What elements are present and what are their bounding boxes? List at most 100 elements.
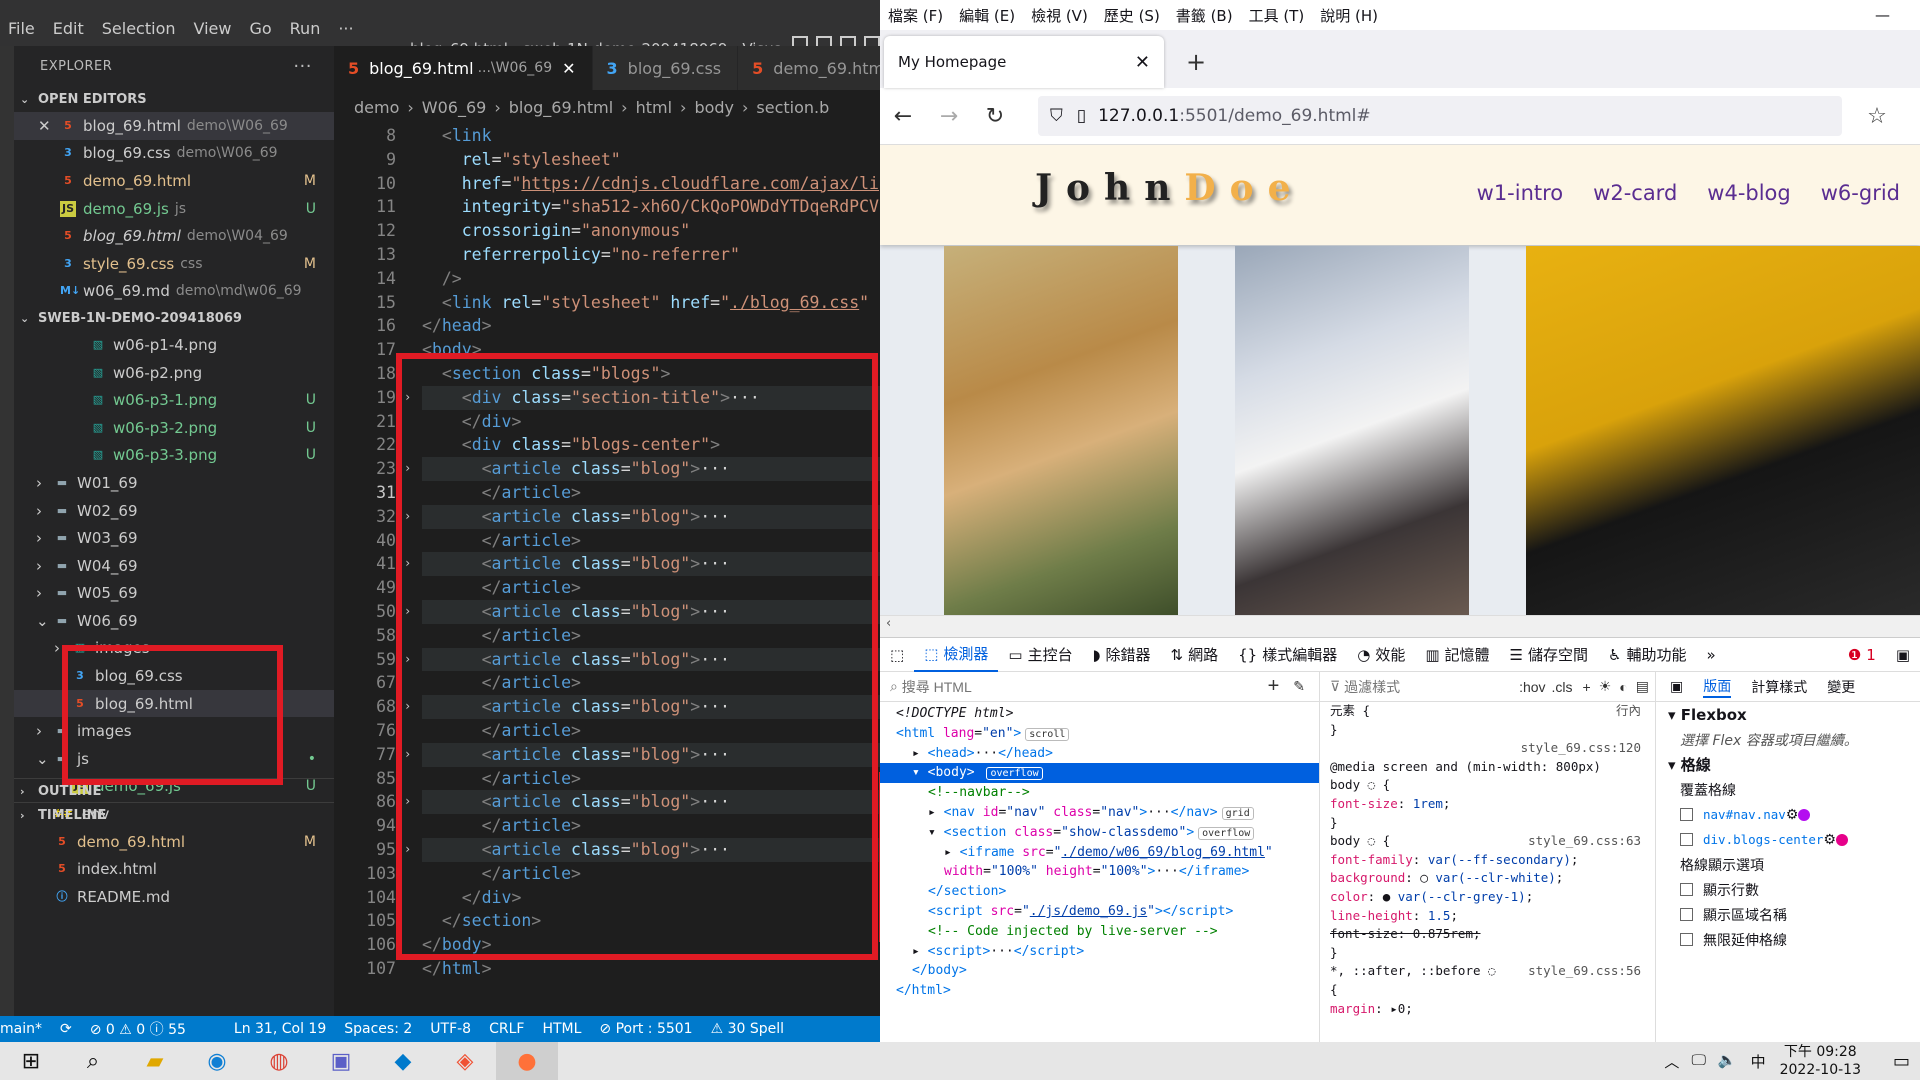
nav-link[interactable]: w2-card (1593, 181, 1677, 205)
filter-styles-input[interactable] (1344, 678, 1465, 695)
tree-item[interactable]: › ▬ W04_69 (14, 552, 334, 580)
css-rule-line[interactable]: style_69.css:63 body ◌ { (1320, 832, 1655, 851)
gear-icon[interactable]: ⚙ (1823, 832, 1836, 848)
code-line[interactable]: /> (422, 267, 882, 291)
css-rules[interactable]: 行內 元素 {} style_69.css:120 @media screen and… (1320, 702, 1655, 1018)
tree-item[interactable]: ▧ w06-p1-4.png (14, 331, 334, 359)
tree-item[interactable]: ▧ w06-p3-3.png U (14, 442, 334, 470)
status-item[interactable]: ⊘ 0 ⚠ 0 ⓘ 55 (90, 1019, 186, 1039)
horizontal-scrollbar[interactable]: ‹ (880, 615, 1920, 637)
layout-cb[interactable]: div.blogs-center ⚙ (1656, 827, 1920, 852)
breadcrumb-item[interactable]: html (636, 98, 672, 117)
code-line[interactable]: </html> (422, 957, 882, 981)
back-icon[interactable]: ← (880, 104, 926, 129)
markup-node[interactable]: <script src="./js/demo_69.js"></script> (880, 902, 1319, 922)
layout-cb[interactable]: 無限延伸格線 (1656, 927, 1920, 952)
css-rule-line[interactable]: color: ● var(--clr-grey-1); (1320, 888, 1655, 907)
markup-node[interactable]: ▸ <iframe src="./demo/w06_69/blog_69.htm… (880, 843, 1319, 863)
firefox-menu-item[interactable]: 歷史 (S) (1104, 5, 1160, 26)
breadcrumb-item[interactable]: blog_69.html (509, 98, 613, 117)
bookmark-star-icon[interactable]: ☆ (1854, 104, 1900, 129)
markup-node[interactable]: <!--navbar--> (880, 783, 1319, 803)
status-item[interactable]: ⚠ 30 Spell (711, 1021, 784, 1037)
browser-tab[interactable]: My Homepage ✕ (884, 36, 1164, 88)
tray-icon[interactable]: ︿ (1664, 1051, 1679, 1072)
checkbox[interactable] (1680, 833, 1693, 846)
element-picker-icon[interactable]: ⬚ (880, 646, 914, 664)
tree-item[interactable]: › ▬ W03_69 (14, 524, 334, 552)
firefox-icon[interactable]: ● (496, 1042, 558, 1080)
eyedropper-icon[interactable]: ✎ (1293, 678, 1305, 695)
devtools-tab[interactable]: ▥ 記憶體 (1415, 638, 1499, 672)
css-rule-line[interactable]: @media screen and (min-width: 800px) (1320, 758, 1655, 777)
layout-tab[interactable]: 版面 (1703, 676, 1732, 698)
css-rule-line[interactable]: } (1320, 944, 1655, 963)
color-swatch-icon[interactable] (1798, 808, 1811, 821)
firefox-menu-item[interactable]: 工具 (T) (1249, 5, 1305, 26)
css-rule-line[interactable]: { (1320, 981, 1655, 1000)
rule-source-link[interactable]: 行內 (1616, 702, 1641, 721)
status-item[interactable]: ⟳ (60, 1021, 72, 1037)
layout-tab[interactable]: 計算樣式 (1751, 677, 1807, 697)
layout-cb[interactable]: nav#nav.nav ⚙ (1656, 802, 1920, 827)
firefox-menu-item[interactable]: 說明 (H) (1320, 5, 1378, 26)
breadcrumb-item[interactable]: body (694, 98, 734, 117)
css-rule-line[interactable]: line-height: 1.5; (1320, 907, 1655, 926)
devtools-tab[interactable]: ☰ 儲存空間 (1500, 638, 1598, 672)
menu-item-2[interactable]: Selection (102, 19, 176, 38)
hov-toggle[interactable]: :hov (1519, 679, 1545, 695)
close-icon[interactable]: ✕ (562, 59, 575, 78)
layout-head[interactable]: ▾ Flexbox (1656, 702, 1920, 727)
code-line[interactable]: <link rel="stylesheet" href="./blog_69.c… (422, 291, 882, 315)
breadcrumb-item[interactable]: demo (354, 98, 399, 117)
rule-source-link[interactable]: style_69.css:56 (1528, 962, 1641, 981)
markup-tree[interactable]: <!DOCTYPE html> <html lang="en"> scroll ▸ <… (880, 702, 1319, 1001)
menu-item-4[interactable]: Go (249, 19, 271, 38)
tree-item[interactable]: ▧ w06-p3-1.png U (14, 386, 334, 414)
chrome-icon[interactable]: ◍ (248, 1042, 310, 1080)
tree-item[interactable]: ⓘ README.md (14, 883, 334, 911)
menu-item-3[interactable]: View (194, 19, 232, 38)
firefox-menu-item[interactable]: 檢視 (V) (1031, 5, 1088, 26)
markup-node[interactable]: ▾ <body> overflow (880, 763, 1319, 784)
tree-item[interactable]: ⌄ ▬ W06_69 (14, 607, 334, 635)
devtools-tab[interactable]: ⬚ 檢測器 (914, 638, 999, 672)
editor-tab[interactable]: 5 blog_69.html ...\W06_69 ✕ (334, 46, 593, 90)
css-rule-line[interactable]: font-size: 1rem; (1320, 795, 1655, 814)
breadcrumb-item[interactable]: section.b (756, 98, 829, 117)
firefox-menu-item[interactable]: 書籤 (B) (1176, 5, 1233, 26)
more-tools-icon[interactable]: » (1696, 646, 1725, 664)
markup-node[interactable]: ▸ <script>···</script> (880, 942, 1319, 962)
markup-node[interactable]: </section> (880, 882, 1319, 902)
edge-icon[interactable]: ◉ (186, 1042, 248, 1080)
status-item[interactable]: ⊘ Port : 5501 (599, 1021, 692, 1037)
markup-node[interactable]: <html lang="en"> scroll (880, 724, 1319, 744)
devtools-tab[interactable]: ◗ 除錯器 (1083, 638, 1161, 672)
sidebar-toggle-icon[interactable]: ▣ (1670, 679, 1683, 695)
open-editor-item[interactable]: 3 style_69.css css M (14, 250, 334, 278)
firefox-menu-item[interactable]: 編輯 (E) (959, 5, 1015, 26)
nav-link[interactable]: w4-blog (1707, 181, 1790, 205)
css-rule-line[interactable]: } (1320, 814, 1655, 833)
markup-node[interactable]: ▸ <nav id="nav" class="nav">···</nav> gri… (880, 803, 1319, 823)
markup-node[interactable]: <!-- Code injected by live-server --> (880, 922, 1319, 942)
tree-item[interactable]: › ▬ W05_69 (14, 580, 334, 608)
tray-icon[interactable]: 🔈 (1718, 1051, 1737, 1072)
gear-icon[interactable]: ⚙ (1786, 807, 1799, 823)
markup-node[interactable]: ▸ <head>···</head> (880, 744, 1319, 764)
add-rule-icon[interactable]: + (1583, 679, 1591, 695)
markup-node[interactable]: width="100%" height="100%">···</iframe> (880, 862, 1319, 882)
css-rule-line[interactable]: } (1320, 721, 1655, 740)
nav-link[interactable]: w1-intro (1477, 181, 1564, 205)
code-line[interactable]: <link (422, 124, 882, 148)
error-count[interactable]: ❶ 1 (1838, 646, 1886, 664)
open-editor-item[interactable]: 3 blog_69.css demo\W06_69 (14, 140, 334, 168)
url-bar[interactable]: ⛉ ▯ 127.0.0.1:5501/demo_69.html# (1038, 96, 1842, 136)
markup-node[interactable]: </body> (880, 961, 1319, 981)
nav-link[interactable]: w6-grid (1821, 181, 1900, 205)
open-editor-item[interactable]: M↓ w06_69.md demo\md\w06_69 (14, 278, 334, 306)
site-logo[interactable]: JohnDoe (1035, 167, 1305, 209)
css-rule-line[interactable]: 行內 元素 { (1320, 702, 1655, 721)
code-line[interactable]: href="https://cdnjs.cloudflare.com/ajax/… (422, 172, 882, 196)
cls-toggle[interactable]: .cls (1552, 679, 1573, 695)
